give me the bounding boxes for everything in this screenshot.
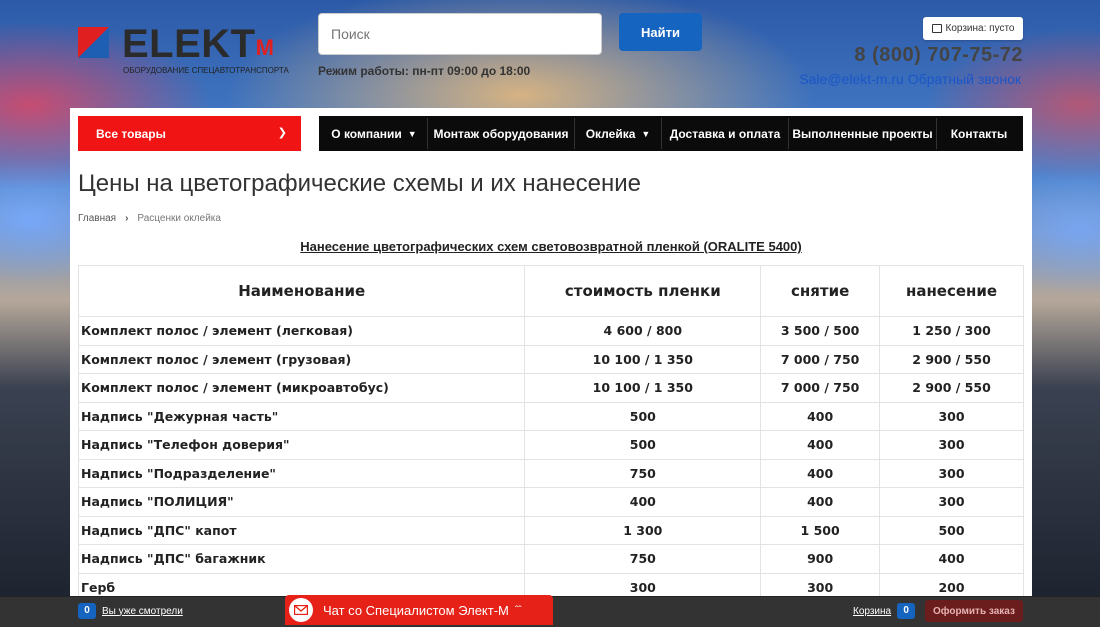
row-name: Надпись "Телефон доверия" — [77, 430, 526, 460]
table-header-row: Наименование стоимость пленки снятие нан… — [77, 265, 1024, 317]
column-header: снятие — [760, 265, 881, 317]
nav-item-delivery[interactable]: Доставка и оплата — [662, 118, 789, 149]
application-cost: 300 — [879, 401, 1024, 431]
search-button[interactable]: Найти — [619, 13, 702, 51]
cart-summary-button[interactable]: Корзина: пусто — [923, 17, 1023, 40]
chevron-right-icon: › — [125, 213, 129, 224]
logo-square-icon — [78, 27, 109, 58]
table-row: Надпись "ДПС" капот 1 300 1 500 500 — [77, 515, 1024, 545]
breadcrumb-current: Расценки оклейка — [137, 213, 221, 224]
film-cost: 10 100 / 1 350 — [524, 344, 762, 374]
viewed-label: Вы уже смотрели — [102, 605, 183, 617]
removal-cost: 400 — [760, 487, 881, 517]
logo-tagline: ОБОРУДОВАНИЕ СПЕЦАВТОТРАНСПОРТА — [123, 66, 289, 75]
search-input[interactable] — [318, 13, 602, 55]
row-name: Надпись "ДПС" капот — [77, 515, 526, 545]
removal-cost: 3 500 / 500 — [760, 316, 881, 346]
viewed-count-badge: 0 — [78, 603, 96, 619]
email-link[interactable]: Sale@elekt-m.ru — [799, 71, 903, 87]
cart-label: Корзина — [853, 605, 892, 617]
film-cost: 750 — [524, 544, 762, 574]
page-title: Цены на цветографические схемы и их нане… — [78, 170, 641, 197]
chevron-down-icon: ▼ — [641, 128, 651, 139]
removal-cost: 400 — [760, 401, 881, 431]
row-name: Надпись "Подразделение" — [77, 458, 526, 488]
table-row: Комплект полос / элемент (микроавтобус) 1… — [77, 373, 1024, 403]
all-goods-button[interactable]: Все товары ❯ — [78, 116, 301, 151]
callback-link[interactable]: Обратный звонок — [908, 71, 1021, 87]
table-row: Надпись "Телефон доверия" 500 400 300 — [77, 430, 1024, 460]
column-header: Наименование — [77, 265, 526, 317]
table-row: Комплект полос / элемент (грузовая) 10 10… — [77, 344, 1024, 374]
logo[interactable]: ELEKTM ОБОРУДОВАНИЕ СПЕЦАВТОТРАНСПОРТА — [78, 22, 308, 77]
mail-icon — [289, 598, 313, 622]
all-goods-label: Все товары — [96, 126, 166, 141]
bottom-bar: 0 Вы уже смотрели Чат со Специалистом Эл… — [0, 595, 1100, 627]
contact-links: Sale@elekt-m.ru Обратный звонок — [799, 71, 1021, 87]
removal-cost: 400 — [760, 430, 881, 460]
row-name: Надпись "ДПС" багажник — [77, 544, 526, 574]
table-row: Надпись "Подразделение" 750 400 300 — [77, 458, 1024, 488]
phone-number[interactable]: 8 (800) 707-75-72 — [854, 44, 1023, 67]
cart-count-badge: 0 — [897, 603, 916, 619]
chevron-down-icon: ❯ — [277, 127, 287, 139]
price-table: Наименование стоимость пленки снятие нан… — [77, 265, 1024, 602]
nav-item-projects[interactable]: Выполненные проекты — [789, 118, 937, 149]
nav-item-about[interactable]: О компании ▼ — [321, 118, 428, 149]
work-hours: Режим работы: пн-пт 09:00 до 18:00 — [318, 64, 531, 78]
application-cost: 300 — [879, 430, 1024, 460]
removal-cost: 400 — [760, 458, 881, 488]
film-cost: 10 100 / 1 350 — [524, 373, 762, 403]
application-cost: 400 — [879, 544, 1024, 574]
application-cost: 2 900 / 550 — [879, 373, 1024, 403]
application-cost: 300 — [879, 487, 1024, 517]
row-name: Комплект полос / элемент (микроавтобус) — [77, 373, 526, 403]
breadcrumb: Главная › Расценки оклейка — [78, 213, 221, 224]
film-cost: 500 — [524, 430, 762, 460]
film-cost: 750 — [524, 458, 762, 488]
film-cost: 500 — [524, 401, 762, 431]
table-row: Надпись "ПОЛИЦИЯ" 400 400 300 — [77, 487, 1024, 517]
chevron-down-icon: ▼ — [407, 128, 417, 139]
column-header: стоимость пленки — [524, 265, 762, 317]
film-cost: 4 600 / 800 — [524, 316, 762, 346]
application-cost: 2 900 / 550 — [879, 344, 1024, 374]
recently-viewed-button[interactable]: 0 Вы уже смотрели — [78, 603, 183, 619]
removal-cost: 1 500 — [760, 515, 881, 545]
application-cost: 300 — [879, 458, 1024, 488]
table-row: Комплект полос / элемент (легковая) 4 600… — [77, 316, 1024, 346]
row-name: Комплект полос / элемент (грузовая) — [77, 344, 526, 374]
cart-summary-label: Корзина: пусто — [945, 23, 1015, 34]
removal-cost: 7 000 / 750 — [760, 373, 881, 403]
column-header: нанесение — [879, 265, 1024, 317]
nav-item-contacts[interactable]: Контакты — [937, 118, 1021, 149]
table-row: Надпись "ДПС" багажник 750 900 400 — [77, 544, 1024, 574]
main-nav: О компании ▼ Монтаж оборудования Оклейка ▼… — [319, 116, 1023, 151]
table-row: Надпись "Дежурная часть" 500 400 300 — [77, 401, 1024, 431]
breadcrumb-home[interactable]: Главная — [78, 213, 116, 224]
chat-label: Чат со Специалистом Элект-М — [323, 602, 509, 618]
logo-word: ELEKTM — [122, 22, 275, 66]
removal-cost: 7 000 / 750 — [760, 344, 881, 374]
film-cost: 400 — [524, 487, 762, 517]
chat-button[interactable]: Чат со Специалистом Элект-М ˆˆ — [285, 595, 553, 625]
application-cost: 1 250 / 300 — [879, 316, 1024, 346]
row-name: Надпись "Дежурная часть" — [77, 401, 526, 431]
cart-icon — [931, 24, 942, 33]
row-name: Надпись "ПОЛИЦИЯ" — [77, 487, 526, 517]
nav-item-installation[interactable]: Монтаж оборудования — [428, 118, 575, 149]
film-cost: 1 300 — [524, 515, 762, 545]
nav-item-wrapping[interactable]: Оклейка ▼ — [575, 118, 662, 149]
chevron-up-icon: ˆˆ — [514, 604, 522, 616]
table-caption: Нанесение цветографических схем световоз… — [300, 239, 802, 254]
application-cost: 500 — [879, 515, 1024, 545]
removal-cost: 900 — [760, 544, 881, 574]
row-name: Комплект полос / элемент (легковая) — [77, 316, 526, 346]
checkout-button[interactable]: Оформить заказ — [925, 600, 1023, 622]
cart-button[interactable]: Корзина 0 — [853, 603, 916, 619]
